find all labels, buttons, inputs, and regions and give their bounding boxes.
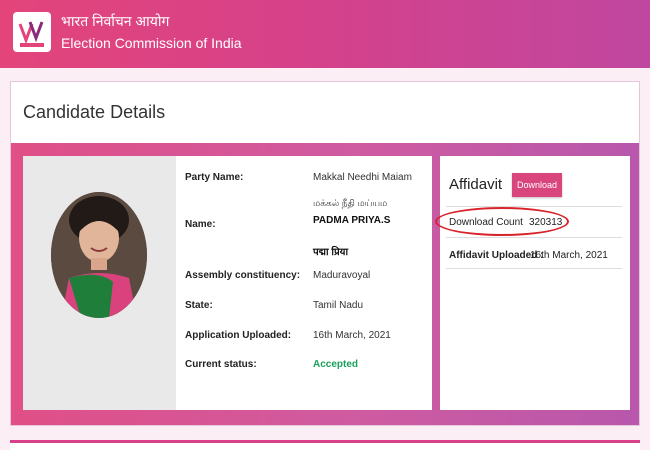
candidate-details-panel: Party Name: Makkal Needhi Maiam மக்கல் ந… xyxy=(176,156,432,410)
divider xyxy=(446,206,622,207)
affidavit-title: Affidavit xyxy=(449,176,503,193)
divider xyxy=(446,237,622,238)
divider xyxy=(446,268,622,269)
next-card-edge xyxy=(10,440,640,450)
status-label: Current status: xyxy=(185,359,257,370)
download-button[interactable]: Download xyxy=(512,173,562,197)
brand-english: Election Commission of India xyxy=(61,35,242,51)
photo-panel xyxy=(23,156,176,410)
section-title: Candidate Details xyxy=(23,102,166,122)
affidavit-uploaded-value: 16th March, 2021 xyxy=(530,250,608,261)
ballot-box-logo-icon[interactable] xyxy=(12,10,52,54)
download-count-label: Download Count xyxy=(449,217,523,228)
name-value: PADMA PRIYA.S xyxy=(313,215,391,226)
party-label: Party Name: xyxy=(185,172,244,183)
application-value: 16th March, 2021 xyxy=(313,330,391,341)
status-badge: Accepted xyxy=(313,359,359,370)
state-value: Tamil Nadu xyxy=(313,300,364,311)
candidate-photo xyxy=(51,192,147,318)
party-name-tamil: மக்கல் நீதி மய்யம xyxy=(313,198,388,208)
constituency-label: Assembly constituency: xyxy=(185,270,301,281)
constituency-value: Maduravoyal xyxy=(313,270,371,281)
name-hindi: पद्मा प्रिया xyxy=(313,247,349,258)
brand-hindi: भारत निर्वाचन आयोग xyxy=(61,13,170,29)
candidate-details-card: Candidate Details Party Name: Makkal Nee… xyxy=(10,81,640,426)
name-label: Name: xyxy=(185,219,216,230)
affidavit-panel: Affidavit Download Download Count 320313… xyxy=(435,156,630,410)
top-header-bar: भारत निर्वाचन आयोग Election Commission o… xyxy=(0,0,650,68)
download-count-value: 320313 xyxy=(529,217,563,228)
application-label: Application Uploaded: xyxy=(185,330,292,341)
state-label: State: xyxy=(185,300,213,311)
details-band: Party Name: Makkal Needhi Maiam மக்கல் ந… xyxy=(11,143,639,425)
party-value: Makkal Needhi Maiam xyxy=(313,172,412,183)
